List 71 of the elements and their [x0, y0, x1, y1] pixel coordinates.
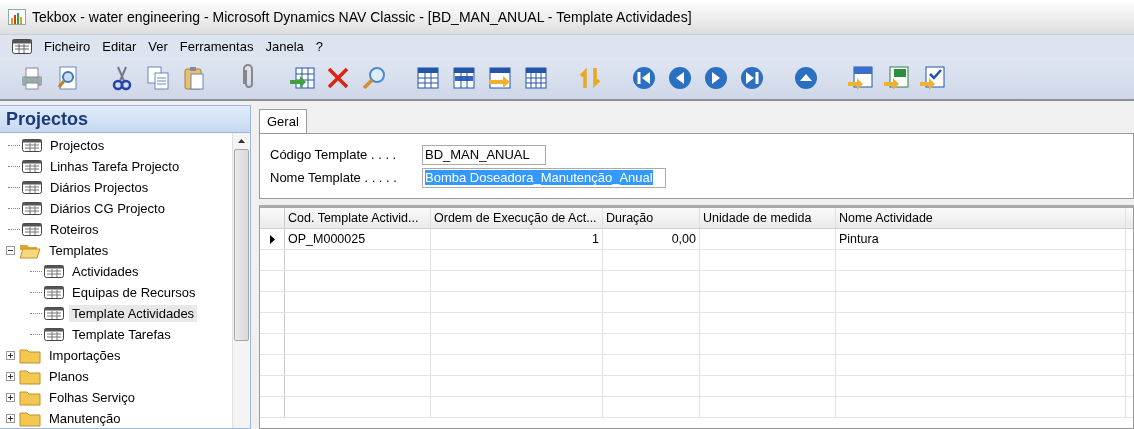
tree-item[interactable]: Roteiros — [47, 221, 102, 238]
tree-item[interactable]: Equipas de Recursos — [69, 284, 199, 301]
app-icon — [8, 9, 26, 25]
expand-icon[interactable] — [6, 372, 15, 381]
tree-item[interactable]: Planos — [46, 368, 92, 385]
navigation-pane-header: Projectos — [0, 106, 250, 133]
form-icon — [22, 202, 42, 215]
tree-item[interactable]: Importações — [46, 347, 124, 364]
table-icon[interactable] — [450, 64, 478, 92]
scrollbar[interactable] — [232, 133, 250, 428]
tab[interactable]: Geral — [259, 109, 307, 133]
table-arrow-icon[interactable] — [288, 64, 316, 92]
previous-icon[interactable] — [666, 64, 694, 92]
tree-item[interactable]: Manutenção — [46, 410, 124, 427]
field-label: Código Template . . . . — [270, 147, 398, 162]
expand-icon[interactable] — [6, 393, 15, 402]
column-header[interactable]: Cod. Template Activid... — [285, 208, 431, 228]
field-label: Nome Template . . . . . — [270, 170, 398, 185]
tree-item[interactable]: Linhas Tarefa Projecto — [47, 158, 183, 175]
tree-item[interactable]: Template Actividades — [69, 305, 198, 322]
input-field[interactable]: BD_MAN_ANUAL — [422, 144, 546, 165]
tree-item[interactable]: Actividades — [69, 263, 142, 280]
table-cell: OP_M000025 — [285, 229, 431, 249]
first-record-icon[interactable] — [630, 64, 658, 92]
tree-item[interactable]: Projectos — [47, 137, 108, 154]
form-icon — [44, 286, 64, 299]
collapse-icon[interactable] — [6, 246, 15, 255]
column-header[interactable]: Nome Actividade — [836, 208, 1126, 228]
tree-item[interactable]: Template Tarefas — [69, 326, 174, 343]
folder-icon — [19, 368, 41, 385]
form-icon — [22, 160, 42, 173]
form-icon — [44, 265, 64, 278]
tree-item[interactable]: Diários CG Projecto — [47, 200, 168, 217]
form-icon — [22, 223, 42, 236]
menu-item[interactable]: Ver — [142, 38, 174, 54]
up-icon[interactable] — [792, 64, 820, 92]
folder-icon — [19, 347, 41, 364]
menu-item[interactable]: ? — [309, 38, 329, 54]
last-record-icon[interactable] — [738, 64, 766, 92]
window-menu-icon[interactable] — [12, 38, 32, 54]
expand-icon[interactable] — [6, 414, 15, 423]
checklist-export-icon[interactable] — [918, 64, 946, 92]
window-title: Tekbox - water engineering - Microsoft Dynamics NAV Classic - [BD_MAN_ANUAL - Template Actividades] — [32, 9, 692, 25]
column-header[interactable]: Duração — [603, 208, 700, 228]
form-icon — [22, 139, 42, 152]
form-icon — [44, 328, 64, 341]
folder-icon — [19, 410, 41, 427]
menu-item[interactable]: Ficheiro — [38, 38, 97, 54]
table-icon[interactable] — [522, 64, 550, 92]
search-icon[interactable] — [360, 64, 388, 92]
menu-item[interactable]: Janela — [259, 38, 310, 54]
word-export-icon[interactable] — [846, 64, 874, 92]
form-icon — [22, 181, 42, 194]
column-header[interactable]: Ordem de Execução de Act... — [431, 208, 603, 228]
tree-item[interactable]: Folhas Serviço — [46, 389, 138, 406]
form-icon — [44, 307, 64, 320]
excel-export-icon[interactable] — [882, 64, 910, 92]
column-header[interactable]: Unidade de medida — [700, 208, 836, 228]
table-cell: 0,00 — [603, 229, 700, 249]
folder-icon — [19, 389, 41, 406]
tree-item[interactable]: Diários Projectos — [47, 179, 152, 196]
table-icon[interactable] — [414, 64, 442, 92]
next-icon[interactable] — [702, 64, 730, 92]
table-cell: 1 — [431, 229, 603, 249]
current-row-icon — [269, 234, 275, 244]
expand-icon[interactable] — [6, 351, 15, 360]
table-cell: Pintura — [836, 229, 1126, 249]
tree-item[interactable]: Templates — [46, 242, 112, 259]
menu-item[interactable]: Editar — [96, 38, 143, 54]
menu-item[interactable]: Ferramentas — [173, 38, 260, 54]
open-folder-icon — [19, 242, 41, 259]
